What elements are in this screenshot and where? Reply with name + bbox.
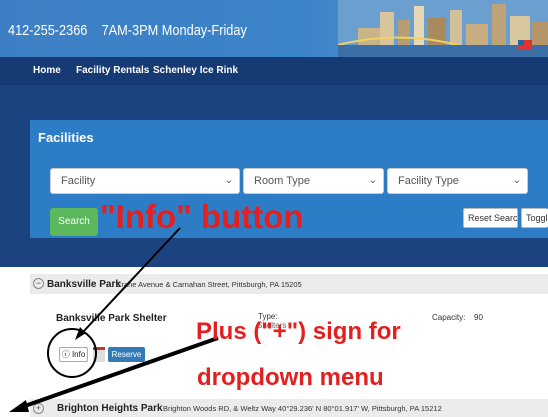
contact-info: 412-255-2366 7AM-3PM Monday-Friday xyxy=(8,22,247,39)
city-skyline-banner xyxy=(338,0,548,57)
plus-sign-annotation: Plus ("+") sign for xyxy=(196,318,401,345)
nav-facility-rentals[interactable]: Facility Rentals xyxy=(76,65,149,76)
park-name: Brighton Heights Park xyxy=(57,403,163,414)
nav-schenley-ice-rink[interactable]: Schenley Ice Rink xyxy=(153,65,238,76)
calendar-icon[interactable] xyxy=(93,347,105,362)
facility-name: Banksville Park Shelter xyxy=(56,313,167,324)
room-type-select[interactable]: Room Type ⌄ xyxy=(243,168,384,194)
room-type-select-value: Room Type xyxy=(254,175,311,187)
chevron-down-icon: ⌄ xyxy=(368,175,377,186)
facility-type-select-value: Facility Type xyxy=(398,175,459,187)
chevron-down-icon: ⌄ xyxy=(224,175,233,186)
office-hours: 7AM-3PM Monday-Friday xyxy=(101,22,247,39)
capacity-label: Capacity: xyxy=(432,313,466,322)
plus-toggle-icon[interactable]: + xyxy=(33,403,44,414)
phone-number[interactable]: 412-255-2366 xyxy=(8,22,87,39)
facility-select[interactable]: Facility ⌄ xyxy=(50,168,240,194)
info-button-annotation: "Info" button xyxy=(100,198,304,235)
park-row-brighton-heights[interactable]: + Brighton Heights Park Brighton Woods R… xyxy=(30,399,548,417)
search-button[interactable]: Search xyxy=(50,208,98,236)
toggle-button[interactable]: Toggle xyxy=(521,208,548,228)
capacity-value: 90 xyxy=(474,313,483,322)
info-button-label: Info xyxy=(71,350,86,359)
park-name: Banksville Park xyxy=(47,279,121,290)
info-circle-icon: ⓘ xyxy=(61,350,70,359)
nav-home[interactable]: Home xyxy=(33,65,61,76)
panel-title: Facilities xyxy=(38,130,94,145)
park-address: Brighton Woods RD, & Weltz Way 40°29.236… xyxy=(163,404,442,413)
facility-type-select[interactable]: Facility Type ⌄ xyxy=(387,168,528,194)
reset-search-button[interactable]: Reset Search xyxy=(463,208,518,228)
chevron-down-icon: ⌄ xyxy=(512,175,521,186)
info-button[interactable]: ⓘ Info xyxy=(59,347,88,362)
reserve-button[interactable]: Reserve xyxy=(108,347,145,362)
main-navbar: Home Facility Rentals Schenley Ice Rink xyxy=(0,57,548,85)
park-row-banksville[interactable]: − Banksville Park Crane Avenue & Carnaha… xyxy=(30,274,548,294)
facility-select-value: Facility xyxy=(61,175,96,187)
park-address: Crane Avenue & Carnahan Street, Pittsbur… xyxy=(116,280,302,289)
top-contact-bar: 412-255-2366 7AM-3PM Monday-Friday xyxy=(0,0,548,57)
dropdown-menu-annotation: dropdown menu xyxy=(197,364,384,391)
minus-toggle-icon[interactable]: − xyxy=(33,278,44,289)
